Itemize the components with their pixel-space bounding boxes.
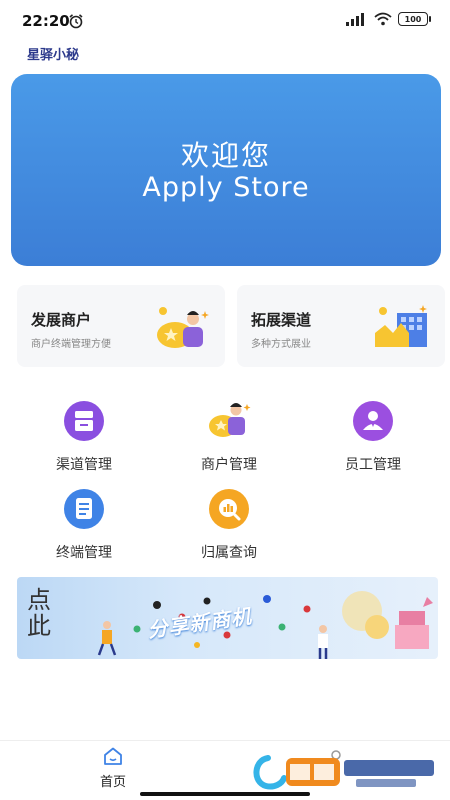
menu-label: 终端管理 (56, 545, 112, 561)
channel-box-icon (64, 401, 104, 441)
query-chart-icon (209, 489, 249, 529)
signal-icon (346, 13, 364, 26)
home-icon (104, 747, 122, 765)
welcome-text: 欢迎您 (180, 139, 271, 172)
ownership-query-button[interactable]: 归属查询 (174, 486, 284, 562)
staff-person-icon (353, 401, 393, 441)
status-time: 22:20 (22, 12, 70, 30)
staff-management-button[interactable]: 员工管理 (318, 398, 428, 474)
battery-level: 100 (404, 14, 422, 24)
menu-label: 商户管理 (201, 457, 257, 473)
tab-home[interactable]: 首页 (88, 747, 138, 790)
status-bar: 22:20 100 (0, 0, 450, 40)
home-indicator (140, 792, 310, 796)
banner-illustration (97, 591, 433, 659)
tab-home-label: 首页 (99, 775, 126, 790)
merchant-coin-illustration (157, 307, 209, 348)
merchant-person-icon (209, 403, 251, 437)
merchant-management-button[interactable]: 商户管理 (174, 398, 284, 474)
card-subtitle: 多种方式展业 (251, 339, 311, 350)
share-opportunity-banner[interactable]: 点此 分享新商机 (17, 577, 438, 659)
store-name: Apply Store (142, 172, 310, 203)
alarm-icon (69, 14, 83, 29)
menu-label: 归属查询 (201, 545, 257, 561)
channel-management-button[interactable]: 渠道管理 (29, 398, 139, 474)
banner-calligraphy: 点此 (27, 586, 51, 640)
terminal-management-button[interactable]: 终端管理 (29, 486, 139, 562)
menu-label: 员工管理 (345, 457, 401, 473)
card-title: 发展商户 (31, 311, 92, 329)
expand-channel-card[interactable]: 拓展渠道 多种方式展业 (237, 285, 445, 367)
card-subtitle: 商户终端管理方便 (31, 339, 111, 350)
app-title: 星驿小秘 (27, 48, 80, 63)
channel-building-illustration (375, 305, 427, 347)
card-title: 拓展渠道 (251, 311, 312, 329)
develop-merchant-card[interactable]: 发展商户 商户终端管理方便 (17, 285, 225, 367)
welcome-banner[interactable]: 欢迎您 Apply Store (11, 74, 441, 266)
menu-label: 渠道管理 (56, 457, 112, 473)
terminal-document-icon (64, 489, 104, 529)
battery-icon: 100 (398, 12, 431, 26)
status-indicators: 100 (346, 12, 431, 26)
wifi-icon (374, 12, 392, 26)
site-watermark-logo (253, 755, 434, 790)
